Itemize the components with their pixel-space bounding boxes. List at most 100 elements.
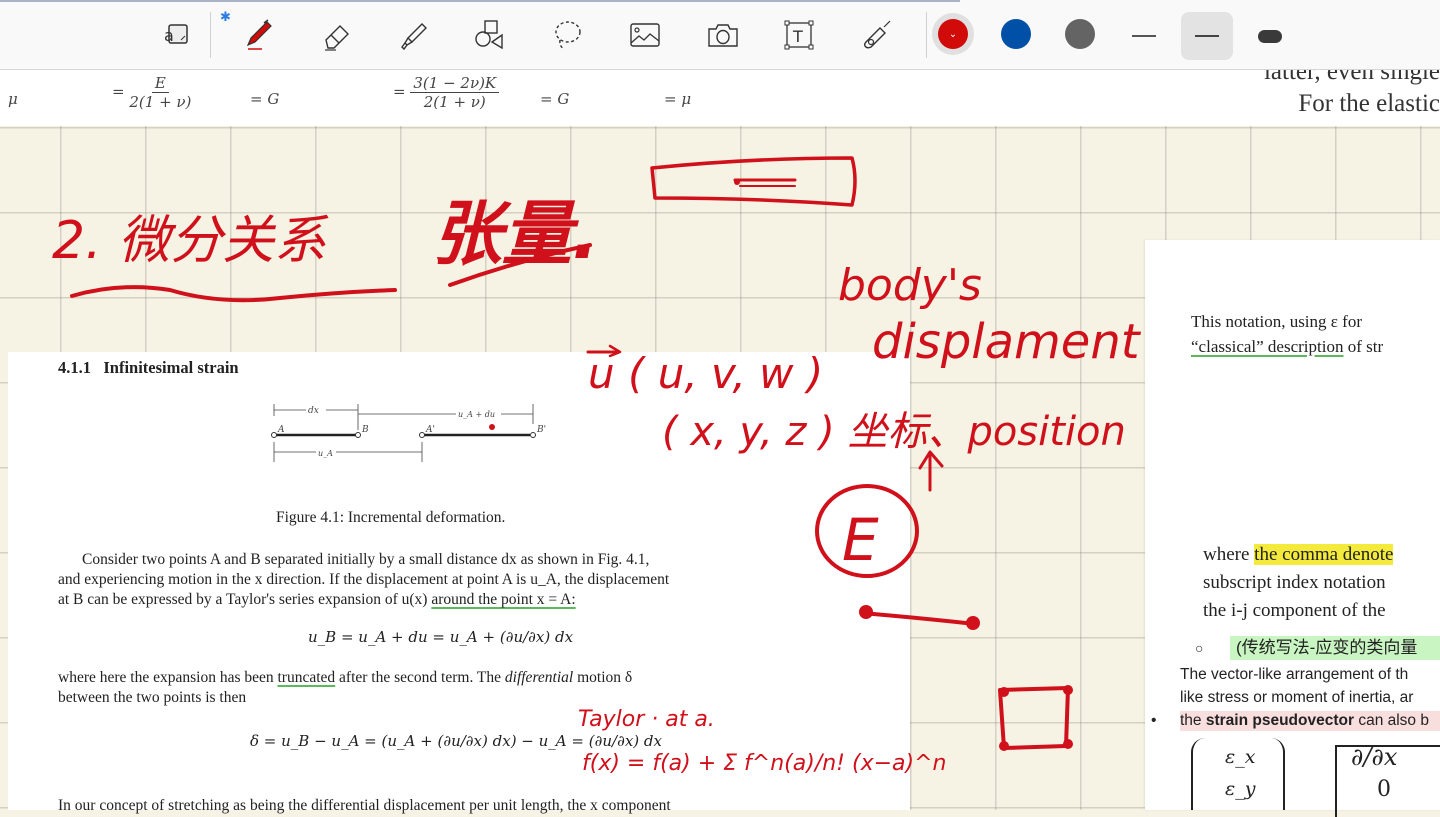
color-swatch-blue[interactable] bbox=[1001, 19, 1031, 49]
text-span: the bbox=[1180, 712, 1206, 729]
laser-pointer-icon bbox=[863, 20, 891, 49]
text-box-button[interactable]: T bbox=[776, 12, 822, 58]
section-number: 4.1.1 bbox=[58, 358, 91, 377]
section-title: Infinitesimal strain bbox=[103, 358, 239, 377]
mu-symbol: μ bbox=[8, 90, 18, 108]
color-swatch-gray[interactable] bbox=[1065, 19, 1095, 49]
text-line: For the elastic bbox=[1298, 90, 1440, 117]
label-b-prime: B' bbox=[536, 425, 546, 435]
operator-matrix: ∂/∂x 0 bbox=[1335, 743, 1440, 817]
drawing-toolbar: a ✱ T ⌄ bbox=[0, 0, 1440, 70]
yellow-highlight: the comma denote bbox=[1254, 544, 1394, 565]
eraser-icon bbox=[325, 25, 349, 51]
window-top-edge bbox=[0, 0, 960, 2]
text-span: where bbox=[1203, 544, 1255, 565]
denominator: 2(1 + ν) bbox=[423, 93, 486, 111]
incremental-deformation-figure: dx u_A + du A B A' B' u_A bbox=[271, 404, 546, 462]
bluetooth-icon: ✱ bbox=[220, 10, 231, 25]
svg-text:a: a bbox=[164, 26, 174, 45]
toolbar-separator bbox=[210, 12, 211, 58]
fraction: E 2(1 + ν) bbox=[129, 74, 191, 111]
lasso-icon bbox=[555, 21, 581, 50]
text-span: motion δ bbox=[573, 669, 633, 686]
underlined-annotation: truncated bbox=[277, 669, 336, 686]
pasted-textbook-snippet[interactable]: 4.1.1 Infinitesimal strain dx u_A + du A… bbox=[8, 352, 910, 814]
bullet: • bbox=[1151, 712, 1157, 729]
matrix-entry: ε_x bbox=[1225, 746, 1256, 768]
red-ink-dot bbox=[489, 424, 495, 430]
italic-text: differential bbox=[504, 669, 574, 686]
equation-delta: δ = u_B − u_A = (u_A + (∂u/∂x) dx) − u_A… bbox=[250, 732, 662, 750]
numerator: 3(1 − 2ν)K bbox=[410, 74, 500, 93]
pink-highlight-line: the strain pseudovector can also b bbox=[1180, 711, 1440, 731]
formula-e-over-2-1-plus-nu: = E 2(1 + ν) bbox=[112, 74, 191, 111]
paragraph-line: where the comma denote bbox=[1203, 543, 1394, 567]
formula-equals-g-2: = G bbox=[540, 90, 570, 108]
matrix-entry: 0 bbox=[1377, 777, 1391, 802]
text-span: after the second term. The bbox=[335, 669, 505, 686]
text-span: at B can be expressed by a Taylor's seri… bbox=[58, 591, 432, 608]
highlighter-tool-button[interactable] bbox=[390, 12, 436, 58]
paragraph-line: In our concept of stretching as being th… bbox=[58, 797, 671, 814]
label-a: A bbox=[277, 425, 285, 435]
paragraph-line: between the two points is then bbox=[58, 689, 247, 706]
camera-button[interactable] bbox=[700, 12, 746, 58]
shapes-tool-button[interactable] bbox=[466, 12, 512, 58]
bold-text: strain pseudovector bbox=[1205, 712, 1355, 729]
handwriting-to-text-icon: a bbox=[164, 24, 188, 45]
highlighter-icon bbox=[401, 23, 427, 51]
figure-caption: Figure 4.1: Incremental deformation. bbox=[276, 509, 506, 526]
equals-sign: = bbox=[393, 82, 406, 101]
formula-equals-mu: = μ bbox=[664, 90, 692, 108]
paragraph-line: where here the expansion has been trunca… bbox=[58, 668, 632, 688]
label-ua: u_A bbox=[318, 449, 333, 458]
denominator: 2(1 + ν) bbox=[129, 93, 192, 111]
formula-equals-g: = G bbox=[250, 90, 280, 108]
paragraph-line: This notation, using ε for bbox=[1191, 312, 1362, 331]
paragraph-line: The vector-like arrangement of th bbox=[1180, 666, 1409, 683]
convert-handwriting-button[interactable]: a bbox=[154, 12, 200, 58]
underlined-annotation: around the point x = A: bbox=[431, 591, 576, 608]
laser-pointer-button[interactable] bbox=[854, 12, 900, 58]
thickness-thin-button[interactable] bbox=[1118, 12, 1170, 60]
paragraph-line: Consider two points A and B separated in… bbox=[82, 551, 650, 568]
paragraph-line: the i-j component of the bbox=[1203, 600, 1386, 621]
section-heading: 4.1.1 Infinitesimal strain bbox=[58, 358, 239, 378]
camera-icon bbox=[708, 24, 738, 47]
strain-vector-matrix: ε_x ε_y bbox=[1191, 738, 1285, 810]
paragraph-line: at B can be expressed by a Taylor's seri… bbox=[58, 590, 576, 610]
label-b: B bbox=[361, 425, 369, 435]
text-span: where here the expansion has been bbox=[58, 669, 278, 686]
paragraph-line: and experiencing motion in the x directi… bbox=[58, 571, 670, 588]
pasted-notes-snippet[interactable]: This notation, using ε for “classical” d… bbox=[1145, 240, 1440, 817]
pen-icon bbox=[246, 19, 272, 50]
thickness-thick-button[interactable] bbox=[1244, 12, 1296, 60]
sub-bullet: ○ bbox=[1195, 640, 1204, 656]
eraser-tool-button[interactable] bbox=[314, 12, 360, 58]
label-ua-du: u_A + du bbox=[458, 410, 495, 419]
insert-image-button[interactable] bbox=[622, 12, 668, 58]
text-span: of str bbox=[1343, 337, 1384, 356]
paragraph-line: subscript index notation bbox=[1203, 572, 1386, 593]
medium-line-icon bbox=[1195, 34, 1219, 38]
label-dx: dx bbox=[308, 406, 319, 416]
matrix-entry: ∂/∂x bbox=[1351, 743, 1398, 771]
lasso-tool-button[interactable] bbox=[544, 12, 590, 58]
numerator: E bbox=[151, 74, 169, 93]
text-box-icon: T bbox=[784, 20, 814, 50]
pen-tool-button[interactable] bbox=[236, 12, 282, 58]
pasted-formula-strip: μ = E 2(1 + ν) = G = 3(1 − 2ν)K 2(1 + ν) =… bbox=[0, 58, 1440, 126]
color-swatch-red[interactable]: ⌄ bbox=[938, 19, 968, 49]
shapes-icon bbox=[475, 20, 503, 50]
paragraph-line: “classical” description of str bbox=[1191, 337, 1383, 357]
thin-line-icon bbox=[1132, 35, 1156, 37]
fraction: 3(1 − 2ν)K 2(1 + ν) bbox=[410, 74, 500, 111]
thickness-medium-button[interactable] bbox=[1181, 12, 1233, 60]
chevron-down-icon: ⌄ bbox=[948, 28, 958, 40]
chinese-note-highlight: (传统写法-应变的类向量 bbox=[1230, 636, 1440, 660]
underlined-annotation: “classical” description bbox=[1191, 337, 1344, 356]
thick-line-icon bbox=[1258, 29, 1282, 43]
text-span: can also b bbox=[1354, 712, 1429, 729]
equation-ub: u_B = u_A + du = u_A + (∂u/∂x) dx bbox=[308, 628, 574, 646]
formula-3-1-minus-2nu-k: = 3(1 − 2ν)K 2(1 + ν) bbox=[393, 74, 500, 111]
